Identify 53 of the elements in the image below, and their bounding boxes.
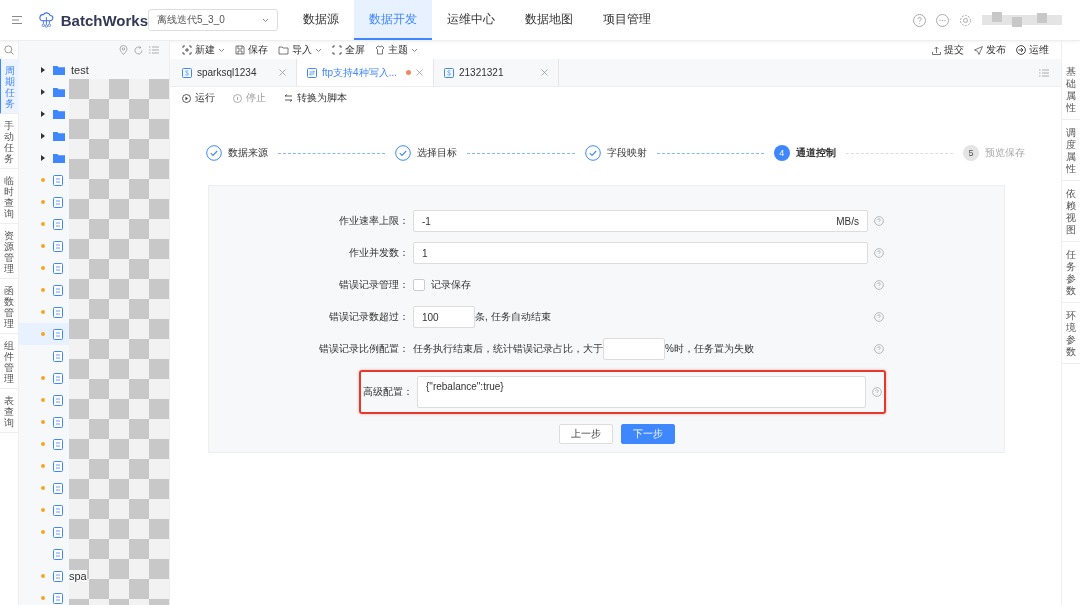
toolbar-button[interactable]: 运维: [1016, 43, 1049, 57]
field-label: 错误记录管理：: [338, 278, 410, 292]
step-label: 通道控制: [795, 146, 836, 160]
text-area[interactable]: {"rebalance":true}: [417, 376, 866, 408]
step-label: 预览保存: [985, 146, 1025, 160]
toolbar-button[interactable]: 新建: [182, 43, 225, 57]
nav-tab[interactable]: 运维中心: [432, 0, 510, 40]
tree-item-label[interactable]: test: [71, 64, 89, 76]
project-select[interactable]: 离线迭代5_3_0: [148, 9, 278, 31]
toolbar-button[interactable]: 保存: [235, 43, 268, 57]
step-label: 数据来源: [228, 146, 268, 160]
field-label: 作业并发数：: [348, 246, 410, 260]
action-button[interactable]: 转换为脚本: [284, 91, 347, 105]
toolbar-button[interactable]: 导入: [278, 43, 322, 57]
editor-tab[interactable]: 21321321: [434, 59, 559, 86]
step-number: 4: [773, 145, 790, 161]
side-panel-tab[interactable]: 调度属性: [1062, 120, 1080, 181]
toolbar-button[interactable]: 主题: [375, 43, 418, 57]
side-panel-tab[interactable]: 基础属性: [1062, 59, 1080, 120]
side-panel-tab[interactable]: 依赖视图: [1062, 181, 1080, 242]
field-label: 作业速率上限：: [338, 214, 410, 228]
rail-tab[interactable]: 手动任务: [0, 114, 18, 169]
action-button[interactable]: 运行: [182, 91, 215, 105]
input-field[interactable]: 1: [413, 242, 868, 264]
toolbar-button[interactable]: 提交: [932, 43, 964, 57]
checkbox-label: 记录保存: [431, 278, 471, 292]
input-field[interactable]: 100: [413, 306, 475, 328]
rail-tab[interactable]: 表查询: [0, 389, 18, 433]
editor-tab[interactable]: ftp支持4种写入...: [297, 59, 434, 86]
step-label: 选择目标: [417, 146, 458, 160]
tree-item-label[interactable]: spa: [69, 570, 87, 582]
toolbar-button[interactable]: 发布: [974, 43, 1006, 57]
rail-tab[interactable]: 临时查询: [0, 169, 18, 224]
side-panel-tab[interactable]: 环境参数: [1062, 303, 1080, 364]
nav-tab[interactable]: 数据源: [288, 0, 354, 40]
input-field[interactable]: -1 MB/s: [413, 210, 868, 232]
nav-tab[interactable]: 数据地图: [510, 0, 588, 40]
field-text: 任务执行结束后，统计错误记录占比，大于: [413, 342, 603, 356]
field-label: 错误记录数超过：: [328, 310, 410, 324]
side-panel-tab[interactable]: 任务参数: [1062, 242, 1080, 303]
rail-tab[interactable]: 组件管理: [0, 334, 18, 389]
field-text: %时，任务置为失败: [665, 342, 754, 356]
field-label: 高级配置：: [362, 385, 414, 399]
step-number: 5: [963, 145, 979, 161]
step-button[interactable]: 上一步: [558, 424, 613, 444]
step-label: 字段映射: [606, 146, 647, 160]
product-name: BatchWorks: [60, 11, 148, 29]
rail-tab[interactable]: 资源管理: [0, 224, 18, 279]
nav-tab[interactable]: 项目管理: [588, 0, 666, 40]
toolbar-button[interactable]: 全屏: [332, 43, 365, 57]
rail-tab[interactable]: 函数管理: [0, 279, 18, 334]
field-label: 错误记录比例配置：: [318, 342, 410, 356]
field-text: 条, 任务自动结束: [475, 310, 551, 324]
